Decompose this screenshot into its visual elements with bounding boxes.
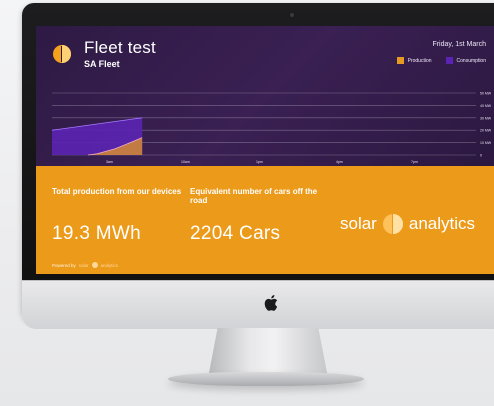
screen: Fleet test SA Fleet Friday, 1st March Pr…	[36, 26, 494, 274]
brand-name-left: solar	[340, 214, 377, 233]
x-tick-label: 1pm	[256, 160, 263, 164]
powered-by-brand-right: analytics	[100, 262, 119, 268]
powered-by-label: Powered by	[52, 262, 76, 268]
y-tick-label: 0	[480, 154, 482, 158]
camera-dot	[290, 13, 294, 17]
powered-by-sun-icon	[91, 262, 98, 268]
brand-name-right: analytics	[408, 214, 475, 233]
dashboard-header: Fleet test SA Fleet Friday, 1st March Pr…	[36, 26, 494, 166]
cars-label: Equivalent number of cars off the road	[190, 187, 318, 205]
x-tick-label: 7pm	[411, 160, 418, 164]
brand-sun-icon	[382, 214, 403, 234]
x-tick-label: 10am	[181, 160, 190, 164]
x-tick-label: 3am	[106, 160, 113, 164]
cars-value: 2204 Cars	[190, 223, 281, 244]
energy-chart: 50 MW 40 MW 30 MW 20 MW 10 MW 0 3am 10am 1pm 4pm 7…	[51, 92, 492, 164]
monitor-chin	[22, 280, 494, 329]
y-tick-label: 40 MW	[480, 104, 492, 108]
production-value: 19.3 MWh	[52, 223, 141, 244]
apple-logo-icon	[264, 295, 278, 311]
y-tick-label: 20 MW	[480, 129, 492, 133]
solar-analytics-brand: solar analytics	[340, 212, 475, 236]
monitor-stand	[208, 328, 328, 378]
y-tick-label: 30 MW	[480, 116, 492, 120]
powered-by-brand-left: solar	[78, 262, 89, 268]
stats-panel: Total production from our devices 19.3 M…	[36, 166, 494, 274]
monitor-stand-base	[168, 372, 364, 386]
x-tick-label: 4pm	[336, 160, 343, 164]
y-tick-label: 10 MW	[480, 141, 492, 145]
powered-by: Powered by solar analytics	[52, 262, 118, 268]
y-tick-label: 50 MW	[480, 92, 492, 96]
production-label: Total production from our devices	[52, 187, 182, 196]
